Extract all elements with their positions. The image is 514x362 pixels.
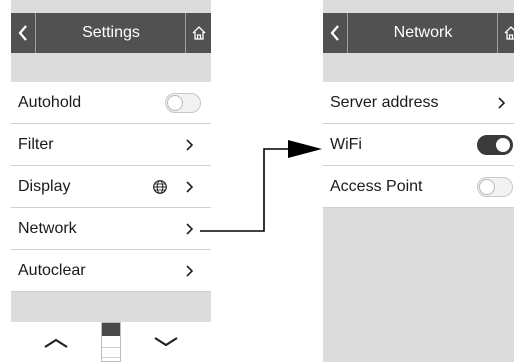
navigation-arrow (200, 140, 322, 232)
arrow-head-icon (288, 140, 322, 158)
arrow-line (200, 148, 290, 232)
